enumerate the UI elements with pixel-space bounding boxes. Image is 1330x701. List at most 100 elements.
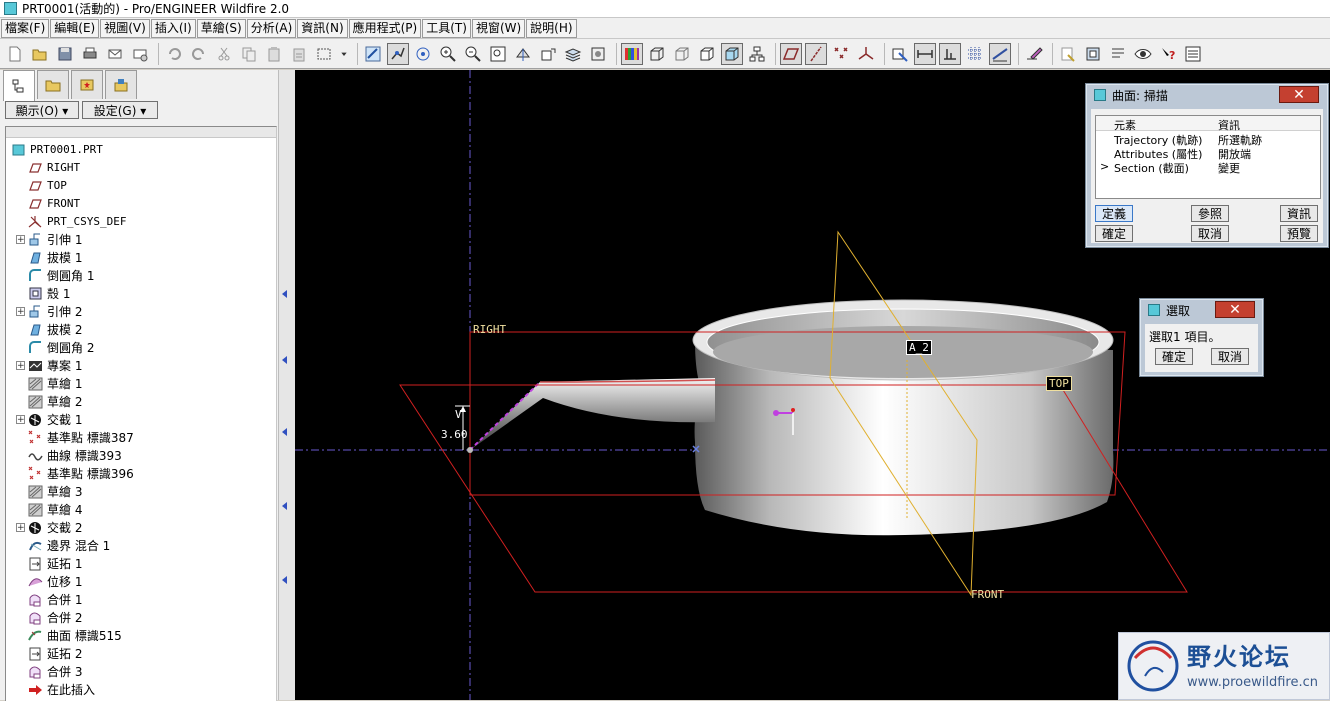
label-front[interactable]: FRONT: [971, 588, 1004, 601]
tree-item[interactable]: + 交截 2: [16, 518, 82, 536]
zoom-out-icon[interactable]: [462, 43, 484, 65]
ok-button[interactable]: 確定: [1095, 225, 1133, 242]
info-cell[interactable]: 變更: [1218, 160, 1240, 176]
menu-sketch[interactable]: 草繪(S): [196, 18, 246, 38]
tree-item[interactable]: 曲面 標識515: [16, 626, 122, 644]
select-box-icon[interactable]: [313, 43, 335, 65]
panel-splitter[interactable]: [278, 70, 295, 700]
repaint-icon[interactable]: [1107, 43, 1129, 65]
print-icon[interactable]: [79, 43, 101, 65]
menu-file[interactable]: 檔案(F): [1, 18, 50, 38]
offset-icon[interactable]: [939, 42, 961, 65]
layers-icon[interactable]: [562, 43, 584, 65]
shading-icon[interactable]: [721, 42, 743, 65]
analysis-icon[interactable]: [989, 42, 1011, 65]
tree-item[interactable]: 草繪 2: [16, 392, 82, 410]
tree-item[interactable]: 草繪 3: [16, 482, 82, 500]
open-icon[interactable]: [29, 43, 51, 65]
csys-icon[interactable]: [855, 43, 877, 65]
tree-item[interactable]: PRT_CSYS_DEF: [16, 212, 126, 230]
select-cancel-button[interactable]: 取消: [1211, 348, 1249, 365]
collapse-arrow-icon[interactable]: [282, 356, 287, 364]
mirror-icon[interactable]: [1082, 43, 1104, 65]
tree-item[interactable]: + 引伸 1: [16, 230, 82, 248]
tree-item[interactable]: 基準點 標識387: [16, 428, 134, 446]
preview-button[interactable]: 預覽: [1280, 225, 1318, 242]
tree-item[interactable]: 邊界 混合 1: [16, 536, 110, 554]
tree-item[interactable]: + 引伸 2: [16, 302, 82, 320]
tree-item[interactable]: 位移 1: [16, 572, 82, 590]
tree-item[interactable]: FRONT: [16, 194, 80, 212]
tree-item[interactable]: + 交截 1: [16, 410, 82, 428]
zoom-in-icon[interactable]: [437, 43, 459, 65]
datum-point-icon[interactable]: [830, 43, 852, 65]
label-top[interactable]: TOP: [1046, 376, 1072, 391]
datum-plane-icon[interactable]: [780, 42, 802, 65]
menu-view[interactable]: 視圖(V): [100, 18, 150, 38]
menu-info[interactable]: 資訊(N): [297, 18, 348, 38]
expand-icon[interactable]: +: [16, 306, 25, 316]
label-axis-a2[interactable]: A_2: [906, 340, 932, 355]
collapse-arrow-icon[interactable]: [282, 428, 287, 436]
sweep-dialog-close-button[interactable]: ✕: [1279, 86, 1319, 103]
tree-item[interactable]: 延拓 1: [16, 554, 82, 572]
help-icon[interactable]: ?: [1157, 43, 1179, 65]
hidden-line-icon[interactable]: [671, 43, 693, 65]
copy-icon[interactable]: [238, 43, 260, 65]
model-tree-icon[interactable]: [746, 43, 768, 65]
spin-center-icon[interactable]: [387, 42, 409, 65]
label-right[interactable]: RIGHT: [473, 323, 506, 336]
saved-views-icon[interactable]: [537, 43, 559, 65]
tree-item[interactable]: TOP: [16, 176, 67, 194]
favorites-tab[interactable]: [71, 70, 103, 99]
save-icon[interactable]: [54, 43, 76, 65]
orient-icon[interactable]: [412, 43, 434, 65]
tree-item[interactable]: 倒圓角 2: [16, 338, 94, 356]
redo-icon[interactable]: [188, 43, 210, 65]
view-manager-icon[interactable]: [512, 43, 534, 65]
menu-tools[interactable]: 工具(T): [422, 18, 471, 38]
tree-item[interactable]: 草繪 4: [16, 500, 82, 518]
paste-special-icon[interactable]: [288, 43, 310, 65]
menu-insert[interactable]: 插入(I): [150, 18, 196, 38]
expand-icon[interactable]: +: [16, 414, 25, 424]
new-icon[interactable]: [4, 43, 26, 65]
menu-edit[interactable]: 編輯(E): [50, 18, 100, 38]
expand-icon[interactable]: +: [16, 234, 25, 244]
eye-icon[interactable]: [1132, 43, 1154, 65]
appearance-icon[interactable]: [587, 43, 609, 65]
tree-item[interactable]: 草繪 1: [16, 374, 82, 392]
email-icon[interactable]: [104, 43, 126, 65]
expand-icon[interactable]: +: [16, 360, 25, 370]
dimension-icon[interactable]: [914, 42, 936, 65]
tree-root-item[interactable]: PRT0001.PRT: [10, 140, 103, 158]
dimension-value[interactable]: 3.60: [441, 428, 468, 441]
folder-tab[interactable]: [37, 70, 69, 99]
tree-item[interactable]: 拔模 1: [16, 248, 82, 266]
collapse-arrow-icon[interactable]: [282, 290, 287, 298]
element-cell[interactable]: Section (截面): [1114, 160, 1189, 176]
menu-analysis[interactable]: 分析(A): [246, 18, 297, 38]
select-dialog-close-button[interactable]: ✕: [1215, 301, 1255, 318]
tree-item[interactable]: + 專案 1: [16, 356, 82, 374]
collapse-arrow-icon[interactable]: [282, 502, 287, 510]
dropdown-icon[interactable]: [338, 43, 350, 65]
paste-icon[interactable]: [263, 43, 285, 65]
collapse-arrow-icon[interactable]: [282, 576, 287, 584]
undo-icon[interactable]: [163, 43, 185, 65]
email-link-icon[interactable]: [129, 43, 151, 65]
dimension-letter[interactable]: V: [455, 408, 462, 421]
cut-icon[interactable]: [213, 43, 235, 65]
grid-icon[interactable]: [964, 43, 986, 65]
tree-item[interactable]: 曲線 標識393: [16, 446, 122, 464]
connections-tab[interactable]: [105, 70, 137, 99]
tree-item[interactable]: 合併 1: [16, 590, 82, 608]
settings-menu-button[interactable]: 設定(G) ▾: [82, 101, 158, 119]
tree-item[interactable]: 合併 2: [16, 608, 82, 626]
tree-item[interactable]: 合併 3: [16, 662, 82, 680]
select-ok-button[interactable]: 確定: [1155, 348, 1193, 365]
datum-axis-icon[interactable]: [805, 42, 827, 65]
sketch-icon[interactable]: [1023, 43, 1045, 65]
tree-item[interactable]: 拔模 2: [16, 320, 82, 338]
references-button[interactable]: 參照: [1191, 205, 1229, 222]
